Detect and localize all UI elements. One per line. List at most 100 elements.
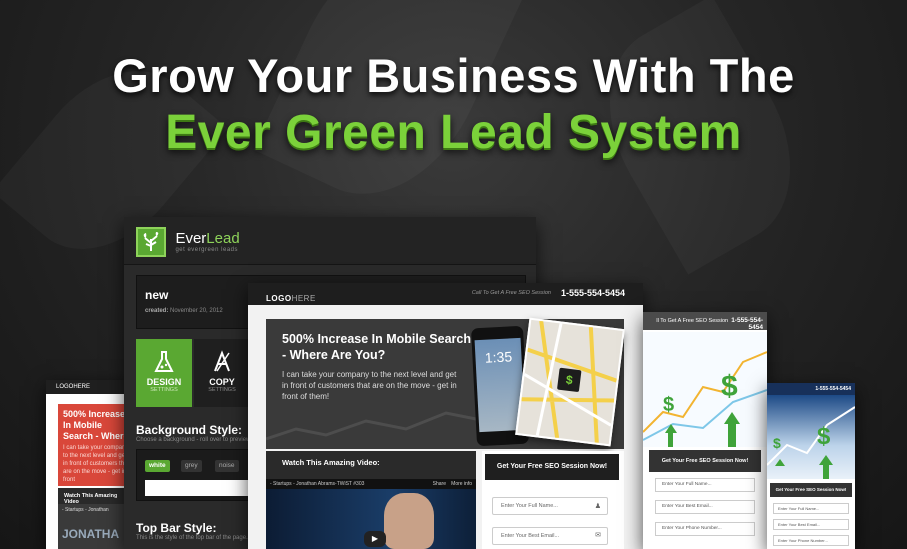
- up-arrow-icon: [724, 412, 740, 424]
- video-title: - Startups - Jonathan Abrams-TWiST #303: [270, 481, 365, 487]
- right2-phone: 1-555-554-5454: [815, 386, 851, 392]
- right1-phone: 1-555-554-5454: [731, 317, 763, 331]
- up-arrow-stem: [728, 424, 736, 447]
- mail-icon: ✉: [595, 532, 601, 539]
- video-share-link[interactable]: Share: [433, 481, 446, 487]
- up-arrow-stem: [823, 465, 829, 479]
- dollar-icon: $: [817, 423, 831, 450]
- dollar-pin-icon: $: [556, 367, 582, 393]
- right1-cta: ll To Get A Free SEO Session: [656, 318, 729, 324]
- video-info-link[interactable]: More info: [451, 481, 472, 487]
- main-form-heading: Get Your Free SEO Session Now!: [485, 454, 619, 480]
- bg-option-white[interactable]: white: [145, 460, 170, 472]
- dollar-icon: $: [663, 394, 675, 416]
- tab-copy-sublabel: SETTINGS: [208, 387, 236, 393]
- tab-design-label: DESIGN: [146, 377, 182, 387]
- main-phone-number: 1-555-554-5454: [560, 288, 625, 298]
- main-optin-form: Get Your Free SEO Session Now! Enter You…: [482, 451, 624, 549]
- tab-copy-label: COPY: [209, 377, 235, 387]
- main-logo: LOGOHERE: [266, 294, 316, 303]
- right1-name-field[interactable]: Enter Your Full Name...: [655, 478, 755, 492]
- person-icon: ♟: [594, 503, 601, 510]
- right1-name-placeholder: Enter Your Full Name...: [662, 482, 712, 487]
- headline-line-1: Grow Your Business With The: [112, 49, 795, 102]
- right2-email-field[interactable]: Enter Your Best Email...: [773, 519, 849, 530]
- right-landing-mock-2: 1-555-554-5454 $ $ Get Your Free SEO Ses…: [767, 383, 855, 549]
- left-mock-topbar: LOGOHERE: [46, 380, 136, 394]
- left-mock-video-overlay: JONATHA: [62, 527, 120, 541]
- right2-phone-placeholder: Enter Your Phone Number...: [778, 538, 828, 543]
- background-style-hint: Choose a background - roll over to previ…: [136, 437, 256, 443]
- bg-option-noise[interactable]: noise: [215, 460, 239, 472]
- main-video-section: Watch This Amazing Video: - Startups - J…: [266, 451, 476, 549]
- headline-line-2: Ever Green Lead System: [165, 106, 742, 159]
- right2-name-placeholder: Enter Your Full Name...: [778, 506, 820, 511]
- right2-topbar: 1-555-554-5454: [767, 383, 855, 395]
- right1-form-heading: Get Your Free SEO Session Now!: [649, 450, 761, 472]
- brand-name-part-2: Lead: [206, 230, 240, 247]
- background-custom-input[interactable]: [145, 480, 249, 496]
- play-icon[interactable]: ▶: [364, 531, 386, 547]
- main-hero-body: I can take your company to the next leve…: [282, 370, 457, 401]
- up-arrow-icon: [775, 459, 785, 466]
- right2-name-field[interactable]: Enter Your Full Name...: [773, 503, 849, 514]
- everlead-logo: EverLead get evergreen leads: [175, 231, 239, 254]
- bg-option-grey[interactable]: grey: [181, 460, 202, 472]
- video-player[interactable]: ▶: [266, 489, 476, 549]
- left-mock-title: 500% Increase In Mobile Search - Where: [63, 409, 129, 441]
- headline: Grow Your Business With The Ever Green L…: [0, 48, 907, 162]
- map-image: $: [515, 317, 625, 447]
- right2-form-heading: Get Your Free SEO Session Now!: [770, 483, 852, 497]
- right1-topbar: ll To Get A Free SEO Session 1-555-554-5…: [643, 312, 767, 331]
- main-landing-mock: LOGOHERE Call To Get A Free SEO Session …: [248, 283, 643, 549]
- right2-email-placeholder: Enter Your Best Email...: [778, 522, 821, 527]
- right1-email-field[interactable]: Enter Your Best Email...: [655, 500, 755, 514]
- tab-design-settings[interactable]: DESIGN SETTINGS: [136, 339, 192, 407]
- right2-phone-field[interactable]: Enter Your Phone Number...: [773, 535, 849, 546]
- everlead-logo-icon: [136, 227, 166, 257]
- dollar-icon: $: [721, 370, 738, 403]
- main-hero: 500% Increase In Mobile Search - Where A…: [266, 317, 625, 449]
- main-email-field[interactable]: Enter Your Best Email... ✉: [492, 527, 608, 545]
- created-label: created:: [145, 308, 169, 314]
- brand-tagline: get evergreen leads: [175, 247, 238, 253]
- growth-graphic: $ $: [643, 332, 767, 447]
- main-topbar: LOGOHERE Call To Get A Free SEO Session …: [248, 283, 643, 305]
- right-landing-mock-1: ll To Get A Free SEO Session 1-555-554-5…: [643, 312, 767, 549]
- growth-line-chart-icon: [643, 351, 767, 441]
- right1-email-placeholder: Enter Your Best Email...: [662, 504, 713, 509]
- main-name-placeholder: Enter Your Full Name...: [501, 503, 558, 509]
- right1-optin-form: Get Your Free SEO Session Now! Enter You…: [649, 450, 761, 549]
- blue-growth-graphic: $ $: [767, 395, 855, 479]
- video-title-bar: - Startups - Jonathan Abrams-TWiST #303 S…: [266, 479, 476, 489]
- main-logo-part-1: LOGO: [266, 294, 292, 303]
- left-landing-mock: LOGOHERE 500% Increase In Mobile Search …: [46, 380, 136, 549]
- up-arrow-icon: [665, 424, 677, 433]
- pen-icon: [214, 350, 230, 372]
- main-logo-part-2: HERE: [291, 294, 316, 303]
- main-video-heading: Watch This Amazing Video:: [282, 458, 380, 467]
- right1-phone-placeholder: Enter Your Phone Number...: [662, 526, 722, 531]
- main-email-placeholder: Enter Your Best Email...: [501, 533, 560, 539]
- brand-name-part-1: Ever: [175, 230, 207, 247]
- up-arrow-icon: [819, 455, 833, 465]
- left-mock-video-sub: - Startups - Jonathan: [62, 507, 109, 513]
- top-bar-style-title: Top Bar Style:: [136, 521, 217, 535]
- up-arrow-stem: [668, 433, 673, 447]
- right1-phone-field[interactable]: Enter Your Phone Number...: [655, 522, 755, 536]
- tab-copy-settings[interactable]: COPY SETTINGS: [194, 339, 250, 407]
- app-header: EverLead get evergreen leads: [124, 217, 536, 265]
- flask-icon: [154, 351, 174, 372]
- main-name-field[interactable]: Enter Your Full Name... ♟: [492, 497, 608, 515]
- main-hero-title: 500% Increase In Mobile Search - Where A…: [282, 332, 471, 362]
- left-mock-body: I can take your company to the next leve…: [63, 445, 130, 483]
- dollar-icon: $: [773, 435, 781, 451]
- top-bar-style-hint: This is the style of the top bar of the …: [136, 535, 259, 541]
- tab-design-sublabel: SETTINGS: [150, 387, 178, 393]
- main-call-cta: Call To Get A Free SEO Session: [471, 290, 551, 296]
- background-style-box: white grey noise: [136, 449, 251, 501]
- left-mock-logo: LOGOHERE: [56, 384, 91, 390]
- video-speaker-face: [384, 493, 434, 549]
- brand-name: EverLead: [175, 231, 239, 247]
- background-style-title: Background Style:: [136, 423, 243, 437]
